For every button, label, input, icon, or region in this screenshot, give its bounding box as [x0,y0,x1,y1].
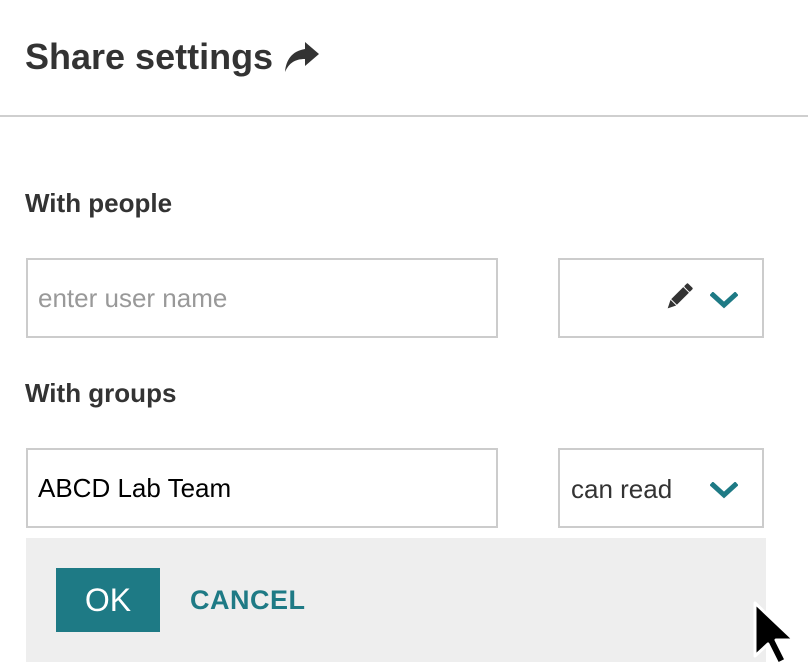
dialog-header: Share settings [0,0,808,117]
dialog-title: Share settings [25,36,321,78]
ok-button[interactable]: OK [56,568,160,632]
with-groups-label: With groups [25,378,177,408]
group-name-input[interactable] [26,448,498,528]
people-permission-select[interactable] [558,258,764,338]
with-people-label: With people [25,188,173,218]
share-settings-dialog: Share settings With people With groups c… [0,0,808,666]
cancel-button[interactable]: CANCEL [190,568,306,632]
group-permission-select[interactable]: can read [558,448,764,528]
mouse-cursor-icon [753,601,796,666]
group-permission-value: can read [571,474,673,504]
dialog-footer: OK CANCEL [26,538,766,662]
pencil-icon [667,283,693,309]
user-name-input[interactable] [26,258,498,338]
chevron-down-icon [710,482,738,499]
chevron-down-icon [710,292,738,309]
dialog-title-text: Share settings [25,36,274,77]
share-arrow-icon [285,42,320,72]
